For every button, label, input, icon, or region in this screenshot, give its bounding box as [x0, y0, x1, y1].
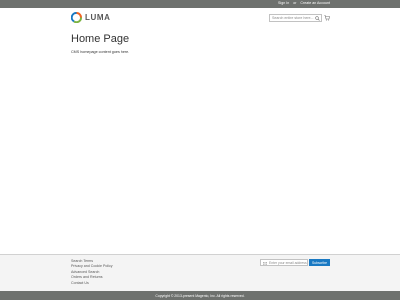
copyright-text: Copyright © 2013-present Magento, Inc. A…	[155, 293, 245, 298]
create-account-link[interactable]: Create an Account	[300, 1, 330, 5]
footer: Search Terms Privacy and Cookie Policy A…	[0, 254, 400, 291]
page: Sign In or Create an Account LUMA Home P…	[0, 0, 400, 300]
copyright-bar: Copyright © 2013-present Magento, Inc. A…	[0, 291, 400, 300]
footer-link-contact-us[interactable]: Contact Us	[71, 281, 113, 286]
luma-logo-icon	[71, 12, 82, 23]
newsletter-form: Subscribe	[260, 259, 330, 266]
page-title: Home Page	[71, 33, 130, 45]
subscribe-button[interactable]: Subscribe	[309, 259, 330, 266]
mail-icon	[263, 261, 267, 265]
logo-text: LUMA	[85, 13, 111, 22]
search-box	[269, 14, 322, 22]
top-header-bar: Sign In or Create an Account	[0, 0, 400, 8]
store-logo[interactable]: LUMA	[71, 12, 111, 24]
link-separator: or	[293, 1, 297, 5]
search-icon[interactable]	[315, 16, 320, 21]
cms-content-text: CMS homepage content goes here.	[71, 50, 130, 54]
account-links: Sign In or Create an Account	[275, 1, 330, 5]
newsletter-field	[260, 259, 308, 266]
sign-in-link[interactable]: Sign In	[278, 1, 289, 5]
footer-links: Search Terms Privacy and Cookie Policy A…	[71, 259, 113, 286]
newsletter-email-input[interactable]	[269, 260, 307, 265]
cart-icon[interactable]	[324, 15, 330, 21]
search-input[interactable]	[272, 15, 316, 21]
